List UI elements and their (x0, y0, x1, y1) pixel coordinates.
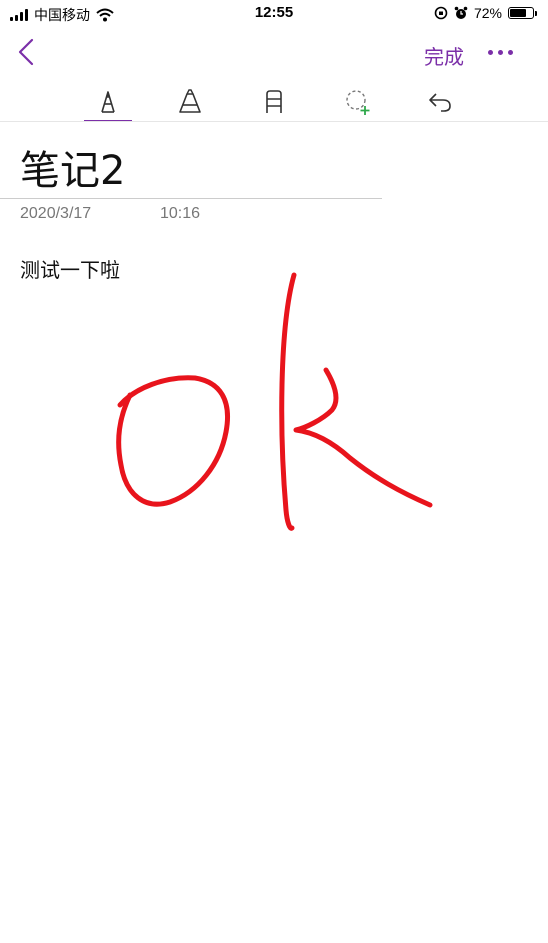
alarm-icon (454, 6, 468, 19)
more-dot (508, 50, 513, 55)
done-button[interactable]: 完成 (424, 41, 464, 70)
eraser-tool[interactable] (250, 84, 298, 120)
battery-percent: 72% (473, 5, 502, 21)
drawing-toolbar (0, 80, 548, 122)
eraser-icon (266, 90, 282, 113)
ink-stroke-o (116, 375, 230, 507)
status-bar: 中国移动 12:55 72% (0, 0, 548, 28)
note-time: 10:16 (160, 205, 201, 222)
battery-icon (508, 7, 537, 19)
highlighter-icon (179, 89, 201, 113)
back-button[interactable] (14, 36, 42, 68)
pen-icon (101, 91, 115, 113)
undo-icon (429, 93, 451, 112)
orientation-lock-icon (434, 6, 448, 20)
note-title[interactable]: 笔记2 (20, 138, 125, 196)
pen-tool[interactable] (84, 84, 132, 122)
toolbar-divider (0, 121, 548, 122)
status-bar-right: 72% (434, 5, 537, 21)
lasso-select-icon (346, 90, 370, 115)
title-divider (0, 198, 382, 199)
highlighter-tool[interactable] (166, 84, 214, 120)
lasso-select-tool[interactable] (334, 84, 382, 120)
more-dot (498, 50, 503, 55)
ink-stroke-k-arm (293, 367, 433, 508)
ink-stroke-k-stem (279, 272, 297, 531)
undo-tool[interactable] (416, 84, 464, 120)
note-date: 2020/3/17 (20, 205, 92, 222)
chevron-left-icon (18, 38, 34, 66)
nav-bar: 完成 (0, 30, 548, 76)
more-dot (488, 50, 493, 55)
note-body-text[interactable]: 测试一下啦 (20, 254, 120, 283)
more-options-button[interactable] (488, 50, 513, 55)
